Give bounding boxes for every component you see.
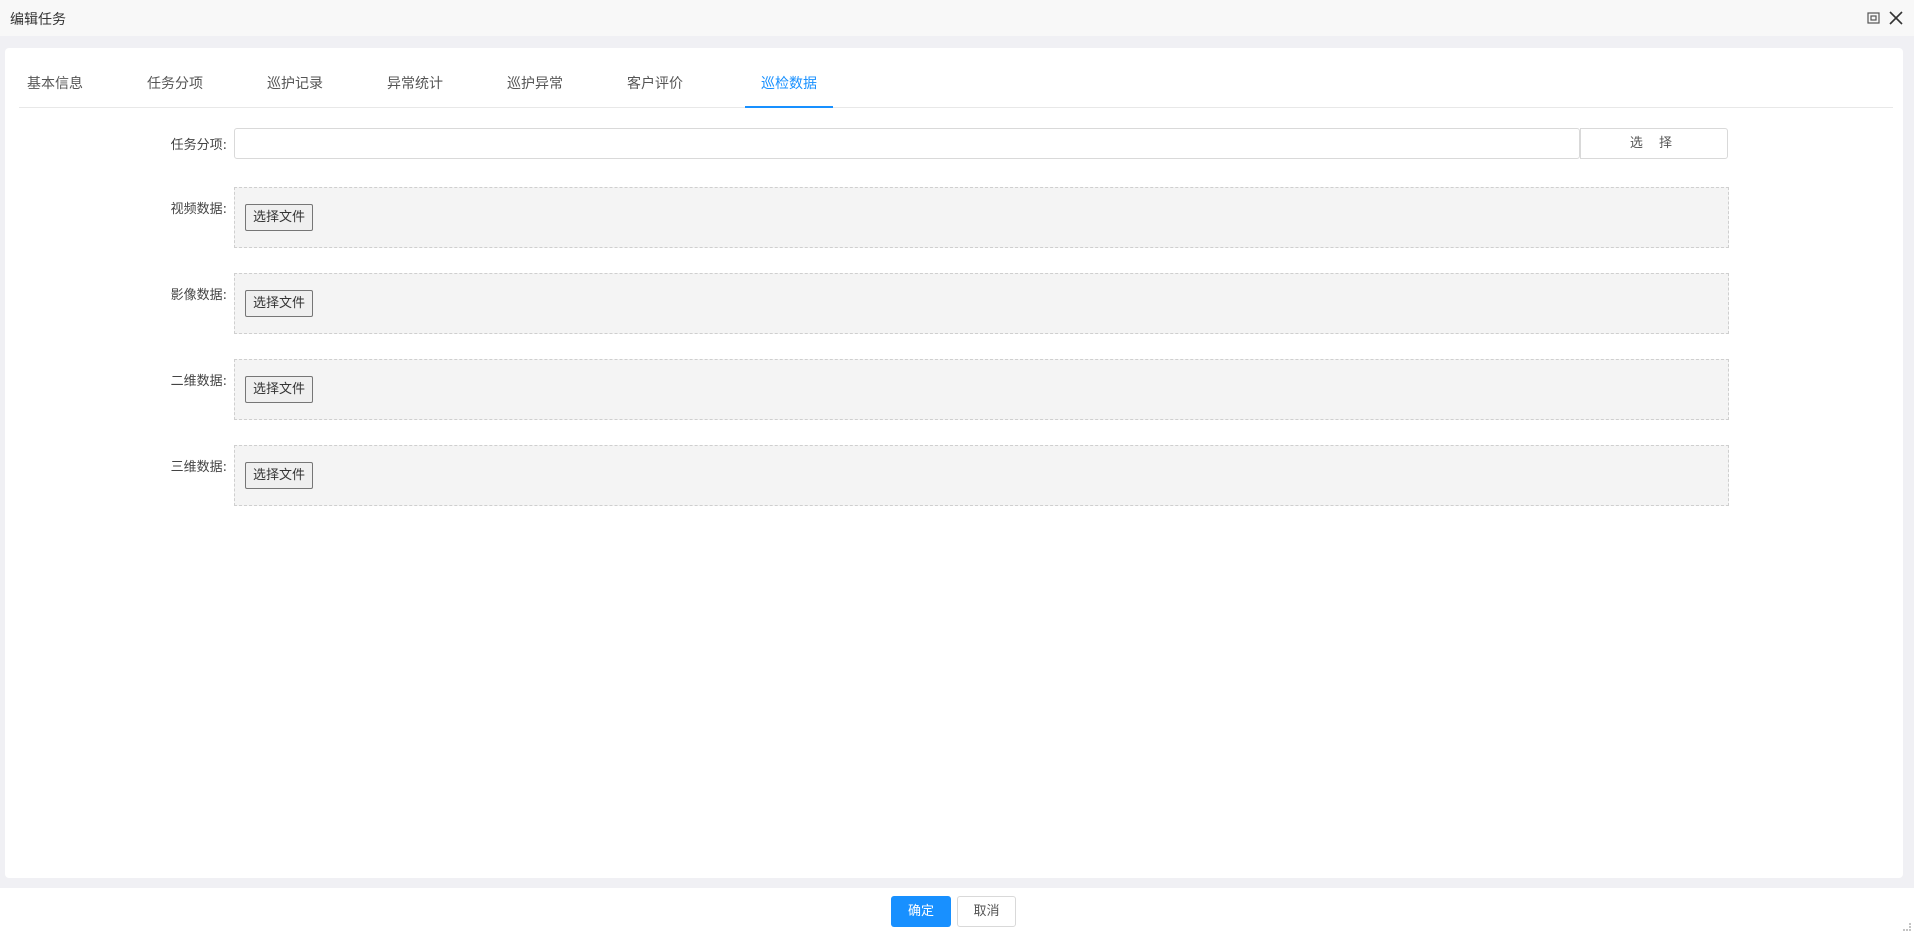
tab-exception-stats[interactable]: 异常统计 <box>379 67 451 107</box>
dialog-content-panel: 基本信息 任务分项 巡护记录 异常统计 巡护异常 客户评价 巡检数据 任务分项: <box>5 48 1903 878</box>
tab-task-items[interactable]: 任务分项 <box>139 67 211 107</box>
2d-data-upload-area[interactable]: 选择文件 <box>234 359 1729 420</box>
restore-window-icon[interactable] <box>1866 10 1882 26</box>
tab-label: 任务分项 <box>147 76 203 92</box>
video-data-upload-area[interactable]: 选择文件 <box>234 187 1729 248</box>
2d-data-label: 二维数据: <box>170 374 227 389</box>
select-task-item-button[interactable]: 选 择 <box>1580 128 1728 159</box>
tab-label: 巡检数据 <box>761 76 817 92</box>
task-item-input[interactable] <box>234 128 1580 159</box>
video-choose-file-button[interactable]: 选择文件 <box>245 204 314 231</box>
tab-label: 异常统计 <box>387 76 443 92</box>
2d-choose-file-button[interactable]: 选择文件 <box>245 376 314 403</box>
tab-label: 基本信息 <box>27 76 83 92</box>
tab-label: 巡护记录 <box>267 76 323 92</box>
tab-patrol-exceptions[interactable]: 巡护异常 <box>499 67 571 107</box>
tab-label: 巡护异常 <box>507 76 563 92</box>
tab-patrol-records[interactable]: 巡护记录 <box>259 67 331 107</box>
video-data-label: 视频数据: <box>170 202 227 217</box>
close-icon[interactable] <box>1888 10 1904 26</box>
3d-choose-file-button[interactable]: 选择文件 <box>245 462 314 489</box>
resize-grip-icon[interactable] <box>1902 920 1912 931</box>
image-choose-file-button[interactable]: 选择文件 <box>245 290 314 317</box>
tab-inspection-data[interactable]: 巡检数据 <box>745 67 833 108</box>
image-data-label: 影像数据: <box>170 288 227 303</box>
task-item-label: 任务分项: <box>170 138 227 153</box>
dialog-title: 编辑任务 <box>10 12 66 28</box>
confirm-button[interactable]: 确定 <box>891 896 951 927</box>
dialog-titlebar: 编辑任务 <box>0 0 1914 36</box>
image-data-upload-area[interactable]: 选择文件 <box>234 273 1729 334</box>
edit-task-dialog: 编辑任务 基本信息 任务分项 巡护记录 异常统计 巡护异常 客户评价 巡检数据 … <box>0 0 1914 932</box>
3d-data-label: 三维数据: <box>170 460 227 475</box>
tab-basic-info[interactable]: 基本信息 <box>19 67 91 107</box>
tab-customer-reviews[interactable]: 客户评价 <box>619 67 691 107</box>
tab-bar: 基本信息 任务分项 巡护记录 异常统计 巡护异常 客户评价 巡检数据 <box>19 67 1893 108</box>
dialog-footer: 确定 取消 <box>0 888 1914 932</box>
3d-data-upload-area[interactable]: 选择文件 <box>234 445 1729 506</box>
tab-label: 客户评价 <box>627 76 683 92</box>
cancel-button[interactable]: 取消 <box>957 896 1016 927</box>
